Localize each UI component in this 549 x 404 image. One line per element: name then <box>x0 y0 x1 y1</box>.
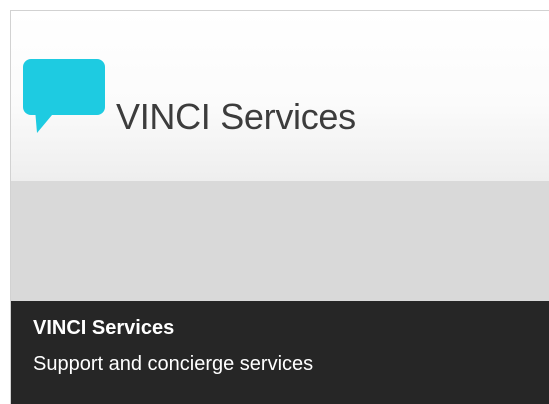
tile-footer-subtitle: Support and concierge services <box>33 353 314 375</box>
app-tile[interactable]: VINCI Services VINCI Services Support an… <box>10 10 549 404</box>
tile-footer-title: VINCI Services <box>33 317 175 339</box>
tile-image-area <box>11 181 549 301</box>
tile-header-title: VINCI Services <box>116 96 356 137</box>
tile-header: VINCI Services <box>11 11 549 181</box>
speech-bubble-icon <box>23 59 105 133</box>
tile-footer: VINCI Services Support and concierge ser… <box>11 301 549 404</box>
